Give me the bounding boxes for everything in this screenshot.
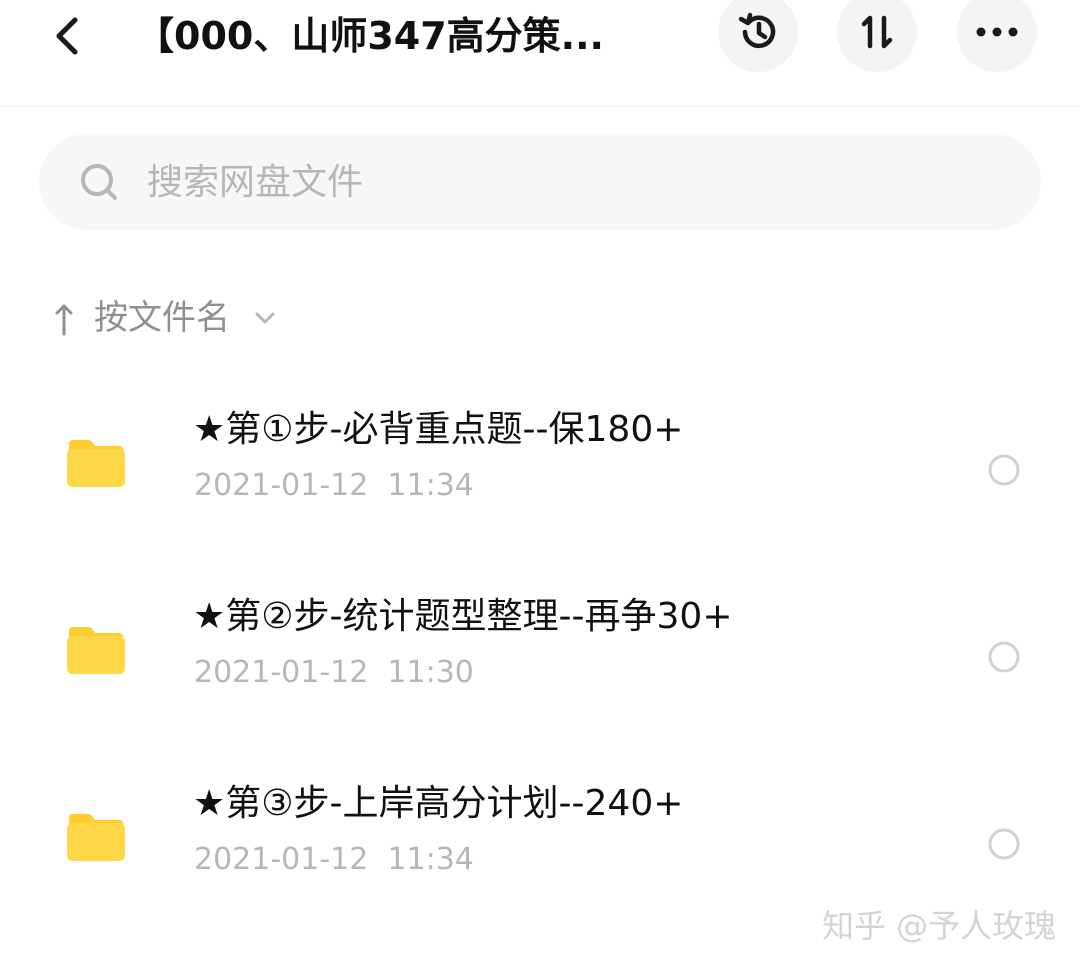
chevron-left-icon	[56, 17, 78, 55]
arrow-up-icon	[55, 304, 73, 336]
file-name: ★第①步-必背重点题--保180+	[193, 409, 684, 450]
folder-icon	[67, 440, 125, 487]
select-circle-icon[interactable]	[986, 452, 1022, 488]
sort-icon	[861, 15, 893, 49]
history-button[interactable]	[718, 0, 798, 72]
folder-icon	[67, 814, 125, 861]
back-button[interactable]	[38, 6, 98, 66]
file-name: ★第③步-上岸高分计划--240+	[193, 783, 684, 824]
search-input[interactable]	[147, 134, 1007, 230]
select-circle-icon[interactable]	[986, 826, 1022, 862]
sort-label: 按文件名	[94, 298, 230, 338]
search-icon	[81, 164, 117, 200]
file-list-item[interactable]: ★第②步-统计题型整理--再争30+ 2021-01-12 11:30	[0, 595, 1080, 781]
sort-selector[interactable]: 按文件名	[48, 290, 278, 346]
file-name: ★第②步-统计题型整理--再争30+	[193, 596, 733, 637]
file-date: 2021-01-12 11:30	[194, 655, 474, 690]
top-bar: 【000、山师347高分策...	[0, 0, 1080, 107]
search-bar[interactable]	[39, 134, 1041, 230]
file-list-item[interactable]: ★第①步-必背重点题--保180+ 2021-01-12 11:34	[0, 408, 1080, 594]
file-date: 2021-01-12 11:34	[194, 468, 474, 503]
watermark: 知乎 @予人玫瑰	[822, 907, 1057, 945]
page-title: 【000、山师347高分策...	[136, 14, 604, 58]
select-circle-icon[interactable]	[986, 639, 1022, 675]
file-browser-screen: 【000、山师347高分策... 搜索网盘文件 按文件名 ★第①步-必背重点题-…	[0, 0, 1080, 971]
more-icon	[976, 27, 1018, 37]
chevron-down-icon	[255, 312, 275, 324]
more-button[interactable]	[957, 0, 1037, 72]
history-icon	[738, 12, 776, 49]
folder-icon	[67, 627, 125, 674]
file-date: 2021-01-12 11:34	[194, 842, 474, 877]
sort-button[interactable]	[837, 0, 917, 72]
